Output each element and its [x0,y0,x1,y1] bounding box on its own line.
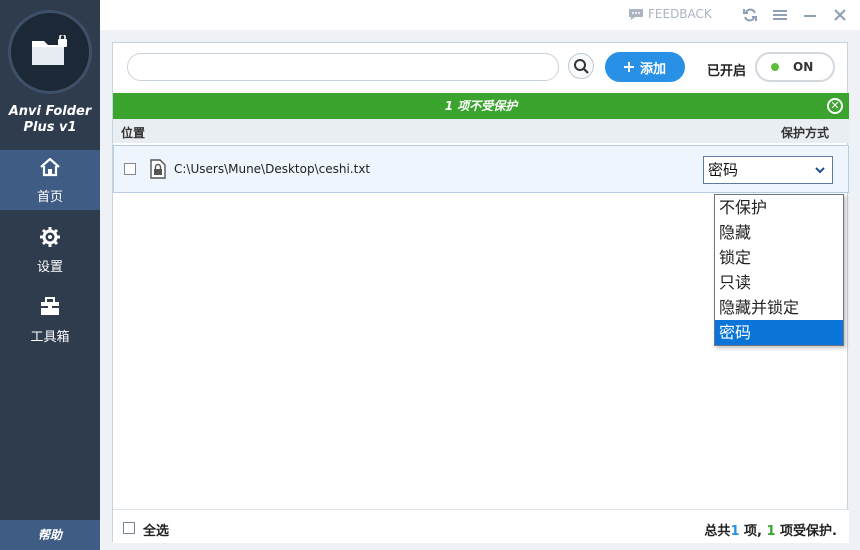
select-all-checkbox[interactable] [123,522,135,534]
content-panel: 添加 已开启 ON 1 项不受保护 ✕ 位置 保护方式 C:\Users\Mun… [112,42,849,543]
table-row[interactable]: C:\Users\Mune\Desktop\ceshi.txt 密码 [113,145,849,193]
table-header: 位置 保护方式 [113,119,849,143]
summary-text: 总共1 项, 1 项受保护. [704,524,837,539]
protection-status-label: 已开启 [707,64,747,79]
chevron-down-icon [815,167,825,174]
dropdown-option-selected[interactable]: 密码 [715,320,843,345]
status-banner: 1 项不受保护 ✕ [113,93,849,119]
main-area: 添加 已开启 ON 1 项不受保护 ✕ 位置 保护方式 C:\Users\Mun… [100,30,860,550]
search-input[interactable] [127,53,559,81]
column-location: 位置 [121,126,146,140]
search-button[interactable] [568,53,594,79]
app-logo [8,10,92,94]
sidebar-item-home[interactable]: 首页 [0,150,100,210]
close-banner-icon[interactable]: ✕ [827,98,843,114]
feedback-label: FEEDBACK [648,7,712,21]
sidebar-item-settings[interactable]: 设置 [0,220,100,280]
sidebar-item-label: 设置 [36,260,63,275]
titlebar: FEEDBACK [100,0,860,30]
sidebar-item-label: 首页 [36,190,63,205]
status-dot-icon [771,63,779,71]
help-button[interactable]: 帮助 [0,520,100,550]
footer: 全选 总共1 项, 1 项受保护. [113,509,849,543]
protection-mode-dropdown: 不保护 隐藏 锁定 只读 隐藏并锁定 密码 [714,194,844,346]
protected-count: 1 [766,524,776,539]
plus-icon [623,62,634,72]
toolbox-icon [41,297,59,315]
sidebar-item-toolbox[interactable]: 工具箱 [0,290,100,350]
refresh-icon[interactable] [741,6,759,24]
protection-toggle[interactable]: ON [755,52,835,82]
chat-bubble-icon [629,9,643,20]
gear-icon [40,227,60,247]
dropdown-option[interactable]: 锁定 [715,245,843,270]
sidebar-item-label: 工具箱 [30,330,70,345]
dropdown-option[interactable]: 不保护 [715,195,843,220]
menu-icon[interactable] [771,6,789,24]
locked-folder-icon [32,35,67,65]
search-icon [574,59,589,74]
dropdown-option[interactable]: 只读 [715,270,843,295]
locked-file-icon [150,159,166,179]
row-checkbox[interactable] [124,163,136,175]
minimize-icon[interactable] [801,6,819,24]
status-message: 1 项不受保护 [444,99,518,113]
app-name: Anvi Folder Plus v1 [8,104,92,135]
protection-mode-select[interactable]: 密码 [703,156,833,184]
add-button-label: 添加 [639,61,666,77]
home-icon [40,157,60,177]
column-protection-mode: 保护方式 [780,126,829,140]
dropdown-option[interactable]: 隐藏并锁定 [715,295,843,320]
close-icon[interactable] [831,6,849,24]
add-button[interactable]: 添加 [605,52,685,82]
protection-mode-value: 密码 [708,161,739,179]
file-path: C:\Users\Mune\Desktop\ceshi.txt [174,162,371,176]
feedback-button[interactable]: FEEDBACK [628,7,712,21]
select-all-label[interactable]: 全选 [143,520,169,539]
sidebar: Anvi Folder Plus v1 首页 设置 工具箱 帮助 [0,0,100,550]
dropdown-option[interactable]: 隐藏 [715,220,843,245]
toggle-label: ON [793,60,814,74]
